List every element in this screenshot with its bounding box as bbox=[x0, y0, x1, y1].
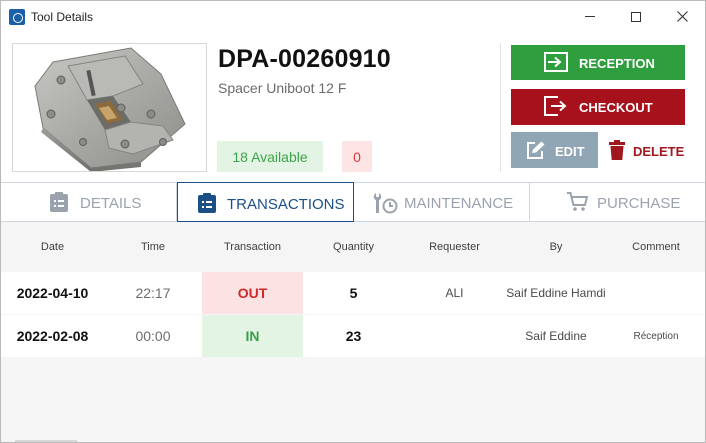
tool-details-window: Tool Details DPA-00260910 Spacer Uniboot… bbox=[0, 0, 706, 443]
available-badge: 18 Available bbox=[217, 141, 323, 172]
sign-out-icon bbox=[544, 96, 568, 116]
clipboard-list-icon bbox=[198, 193, 216, 217]
cell-comment bbox=[607, 272, 705, 314]
table-row[interactable]: 2022-04-10 22:17 OUT 5 ALI Saif Eddine H… bbox=[1, 272, 705, 314]
cell-transaction-out: OUT bbox=[202, 272, 303, 314]
cell-requester: ALI bbox=[445, 286, 464, 300]
cell-by: Saif Eddine Hamdi bbox=[506, 286, 606, 300]
window-title: Tool Details bbox=[31, 10, 94, 24]
trash-icon bbox=[609, 140, 625, 160]
tab-maintenance-label: MAINTENANCE bbox=[404, 195, 514, 212]
transactions-table: Date Time Transaction Quantity Requester… bbox=[1, 222, 705, 442]
close-button[interactable] bbox=[659, 1, 705, 32]
cell-comment: Réception bbox=[633, 330, 679, 342]
column-header-requester[interactable]: Requester bbox=[404, 241, 505, 253]
cell-time: 00:00 bbox=[135, 328, 171, 344]
tab-transactions-label: TRANSACTIONS bbox=[227, 196, 345, 213]
tool-description: Spacer Uniboot 12 F bbox=[218, 80, 347, 96]
sign-in-icon bbox=[544, 52, 568, 72]
tool-code: DPA-00260910 bbox=[218, 45, 391, 73]
column-header-quantity[interactable]: Quantity bbox=[303, 241, 404, 253]
close-icon bbox=[676, 11, 688, 22]
reception-button[interactable]: RECEPTION bbox=[511, 45, 685, 80]
tab-bar: DETAILS TRANSACTIONS MAINTENANCE PURCHAS… bbox=[1, 182, 705, 222]
tab-purchase-label: PURCHASE bbox=[597, 195, 681, 212]
column-header-time[interactable]: Time bbox=[104, 241, 202, 253]
header-divider bbox=[500, 43, 501, 172]
cell-quantity: 23 bbox=[345, 328, 362, 344]
tool-photo bbox=[12, 43, 207, 172]
unavailable-badge: 0 bbox=[342, 141, 372, 172]
column-header-date[interactable]: Date bbox=[1, 241, 104, 253]
delete-label: DELETE bbox=[633, 144, 685, 159]
cell-time: 22:17 bbox=[135, 285, 171, 301]
checkout-label: CHECKOUT bbox=[579, 100, 653, 115]
cell-quantity: 5 bbox=[349, 285, 358, 301]
tools-clock-icon bbox=[372, 192, 398, 218]
cell-date: 2022-02-08 bbox=[16, 328, 89, 344]
maximize-icon bbox=[631, 11, 641, 22]
cell-date: 2022-04-10 bbox=[16, 285, 89, 301]
edit-icon bbox=[526, 141, 546, 159]
delete-button[interactable]: DELETE bbox=[606, 136, 688, 166]
reception-label: RECEPTION bbox=[579, 56, 655, 71]
column-header-comment[interactable]: Comment bbox=[607, 241, 705, 253]
minimize-button[interactable] bbox=[567, 1, 613, 32]
app-icon bbox=[9, 9, 25, 25]
cell-transaction-in: IN bbox=[202, 315, 303, 357]
column-header-transaction[interactable]: Transaction bbox=[202, 241, 303, 253]
tab-details-label: DETAILS bbox=[80, 195, 142, 212]
cell-requester bbox=[404, 315, 505, 357]
tab-transactions[interactable]: TRANSACTIONS bbox=[177, 182, 354, 222]
edit-label: EDIT bbox=[555, 144, 585, 159]
edit-button[interactable]: EDIT bbox=[511, 132, 598, 168]
checkout-button[interactable]: CHECKOUT bbox=[511, 89, 685, 125]
tab-details[interactable]: DETAILS bbox=[1, 182, 177, 222]
clipboard-list-icon bbox=[50, 192, 68, 216]
column-header-by[interactable]: By bbox=[505, 241, 607, 253]
tab-maintenance[interactable]: MAINTENANCE bbox=[354, 182, 530, 222]
tab-purchase[interactable]: PURCHASE bbox=[530, 182, 705, 222]
maximize-button[interactable] bbox=[613, 1, 659, 32]
cell-by: Saif Eddine bbox=[525, 329, 587, 343]
table-row[interactable]: 2022-02-08 00:00 IN 23 Saif Eddine Récep… bbox=[1, 315, 705, 357]
minimize-icon bbox=[585, 16, 595, 17]
cart-icon bbox=[566, 192, 589, 216]
title-bar[interactable]: Tool Details bbox=[1, 1, 705, 32]
